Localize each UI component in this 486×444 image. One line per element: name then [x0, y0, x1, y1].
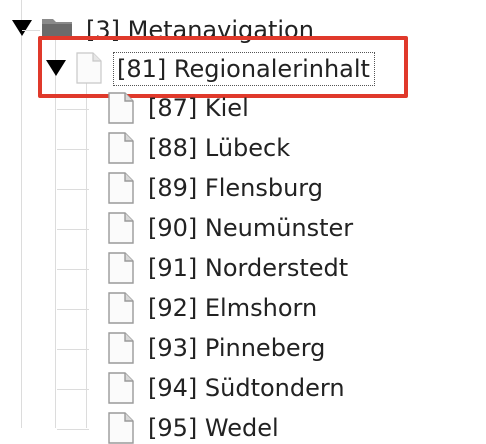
page-icon: [108, 132, 134, 164]
tree-node-label[interactable]: [95] Wedel: [148, 413, 279, 443]
tree-guide-line: [55, 40, 56, 428]
tree-guide-line: [57, 349, 89, 350]
tree-node-label[interactable]: [90] Neumünster: [148, 213, 353, 243]
tree-guide-line: [22, 30, 40, 31]
tree-guide-line: [57, 429, 89, 430]
tree-node-label[interactable]: [94] Südtondern: [148, 373, 345, 403]
tree-guide-line: [57, 109, 89, 110]
page-icon: [108, 372, 134, 404]
tree-node-label[interactable]: [93] Pinneberg: [148, 333, 325, 363]
tree-node-label[interactable]: [88] Lübeck: [148, 133, 290, 163]
page-icon: [108, 412, 134, 444]
page-tree: [3] Metanavigation [81] Regionalerinhalt…: [0, 0, 486, 444]
page-icon: [108, 172, 134, 204]
tree-guide-line: [57, 189, 89, 190]
tree-guide-line: [21, 0, 22, 428]
page-icon: [87, 0, 123, 4]
page-icon: [108, 92, 134, 124]
tree-guide-line: [57, 269, 89, 270]
highlight-annotation: [38, 36, 408, 98]
tree-guide-line: [57, 149, 89, 150]
page-icon: [108, 252, 134, 284]
collapse-toggle[interactable]: [12, 20, 32, 36]
tree-guide-line: [57, 389, 89, 390]
page-icon: [108, 292, 134, 324]
tree-node-label[interactable]: [92] Elmshorn: [148, 293, 317, 323]
tree-guide-line: [57, 229, 89, 230]
tree-node-label[interactable]: [89] Flensburg: [148, 173, 323, 203]
tree-guide-line: [57, 309, 89, 310]
tree-node-label[interactable]: [87] Kiel: [148, 93, 249, 123]
tree-node-label[interactable]: [91] Norderstedt: [148, 253, 348, 283]
tree-guide-line: [86, 82, 87, 428]
page-icon: [108, 332, 134, 364]
page-icon: [108, 212, 134, 244]
